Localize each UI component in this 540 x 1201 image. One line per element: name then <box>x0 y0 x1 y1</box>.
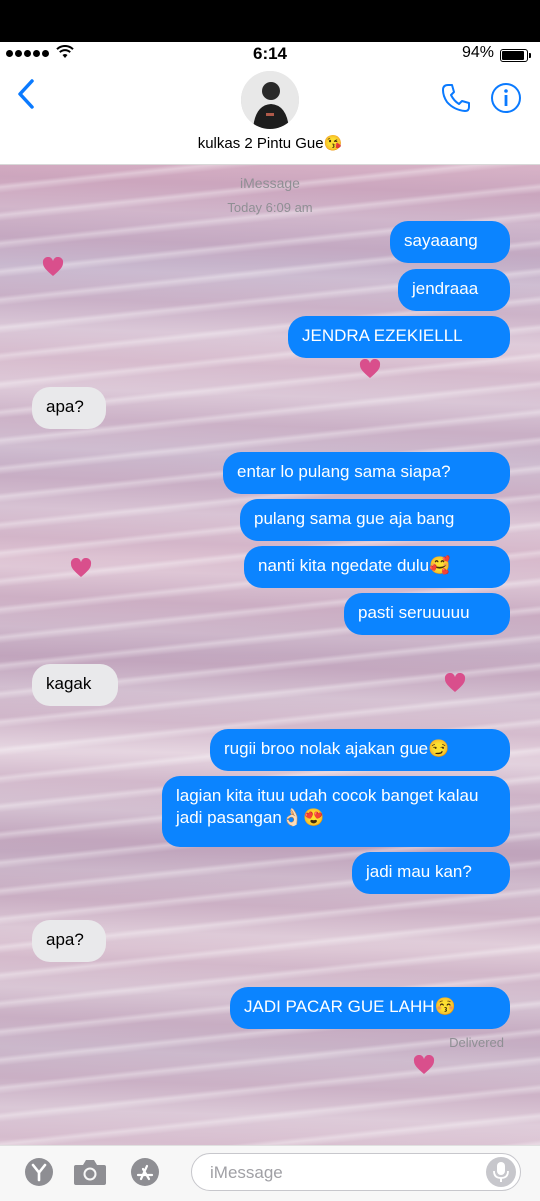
heart-icon <box>70 558 92 577</box>
heart-icon <box>359 359 381 378</box>
contact-avatar[interactable] <box>241 71 299 129</box>
back-chevron-icon[interactable] <box>14 78 38 110</box>
message-bubble-sent[interactable]: JADI PACAR GUE LAHH😚 <box>230 987 510 1029</box>
battery-icon <box>500 49 528 62</box>
compose-bar: iMessage <box>0 1145 540 1201</box>
battery-tip <box>529 53 531 58</box>
thread-timestamp: Today 6:09 am <box>227 200 313 215</box>
battery-percentage: 94% <box>461 44 494 61</box>
delivered-status: Delivered <box>449 1035 504 1050</box>
contact-name[interactable]: kulkas 2 Pintu Gue😘 <box>0 134 540 152</box>
heart-icon <box>42 257 64 276</box>
top-black-bar <box>0 0 540 42</box>
info-icon[interactable] <box>490 82 522 114</box>
camera-icon[interactable] <box>72 1157 108 1187</box>
message-bubble-received[interactable]: kagak <box>32 664 118 706</box>
heart-icon <box>413 1055 435 1074</box>
message-bubble-sent[interactable]: pulang sama gue aja bang <box>240 499 510 541</box>
microphone-icon <box>493 1162 509 1182</box>
message-input-placeholder: iMessage <box>210 1163 283 1182</box>
message-bubble-received[interactable]: apa? <box>32 387 106 429</box>
message-bubble-sent[interactable]: nanti kita ngedate dulu🥰 <box>244 546 510 588</box>
status-bar: 6:14 94% <box>0 42 540 66</box>
phone-icon[interactable] <box>440 82 472 114</box>
message-bubble-sent[interactable]: JENDRA EZEKIELLL <box>288 316 510 358</box>
message-bubble-sent[interactable]: sayaaang <box>390 221 510 263</box>
message-bubble-sent[interactable]: lagian kita ituu udah cocok banget kalau… <box>162 776 510 847</box>
microphone-button[interactable] <box>486 1157 516 1187</box>
message-bubble-sent[interactable]: pasti seruuuuu <box>344 593 510 635</box>
apps-icon[interactable] <box>130 1157 160 1187</box>
service-label: iMessage <box>240 175 300 191</box>
appstore-y-icon[interactable] <box>24 1157 54 1187</box>
message-bubble-sent[interactable]: entar lo pulang sama siapa? <box>223 452 510 494</box>
message-bubble-sent[interactable]: jadi mau kan? <box>352 852 510 894</box>
heart-icon <box>444 673 466 692</box>
message-bubble-received[interactable]: apa? <box>32 920 106 962</box>
status-time: 6:14 <box>252 44 288 63</box>
avatar-photo-icon <box>241 71 299 129</box>
conversation-header: kulkas 2 Pintu Gue😘 <box>0 66 540 165</box>
message-bubble-sent[interactable]: rugii broo nolak ajakan gue😏 <box>210 729 510 771</box>
message-thread[interactable]: iMessage Today 6:09 am sayaaang jendraaa… <box>0 165 540 1145</box>
message-bubble-sent[interactable]: jendraaa <box>398 269 510 311</box>
message-input[interactable]: iMessage <box>191 1153 521 1191</box>
